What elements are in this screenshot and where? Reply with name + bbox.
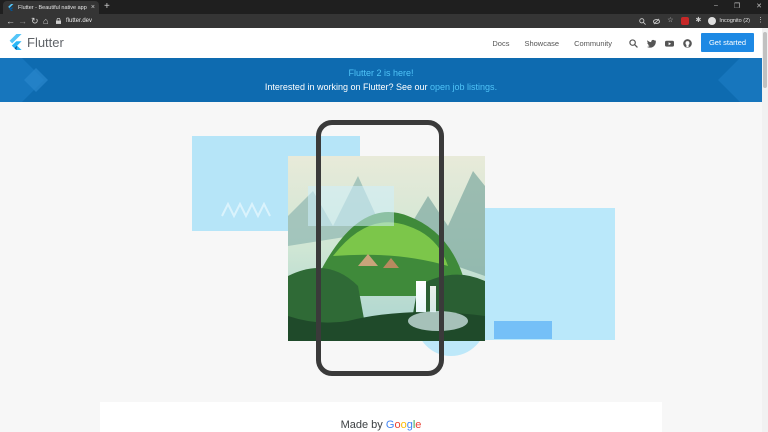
zoom-icon[interactable] bbox=[639, 17, 647, 25]
new-tab-button[interactable]: + bbox=[104, 1, 110, 13]
url-text: flutter.dev bbox=[66, 18, 93, 24]
page-scrollbar[interactable] bbox=[762, 28, 768, 432]
banner-period: . bbox=[494, 82, 498, 92]
window-close-button[interactable]: ✕ bbox=[756, 2, 762, 10]
banner-decoration-right bbox=[718, 58, 762, 102]
eye-off-icon[interactable] bbox=[653, 18, 661, 25]
nav-showcase[interactable]: Showcase bbox=[524, 39, 559, 48]
banner-subline-text: Interested in working on Flutter? See ou… bbox=[264, 82, 431, 92]
nav-community[interactable]: Community bbox=[574, 39, 612, 48]
banner-decoration-left bbox=[0, 58, 48, 102]
nav-icons bbox=[629, 38, 692, 48]
forward-button[interactable]: → bbox=[18, 15, 27, 27]
logo-text: Flutter bbox=[27, 34, 64, 50]
banner-subline: Interested in working on Flutter? See ou… bbox=[0, 82, 762, 92]
incognito-label: Incognito (2) bbox=[719, 18, 750, 24]
extensions-icon[interactable]: ✱ bbox=[696, 15, 702, 27]
phone-frame bbox=[316, 120, 444, 376]
made-by-google-card: Made by Google bbox=[100, 402, 662, 432]
nav-docs[interactable]: Docs bbox=[492, 39, 509, 48]
home-button[interactable]: ⌂ bbox=[43, 15, 48, 27]
flutter-logo[interactable]: Flutter bbox=[8, 34, 64, 50]
lock-icon bbox=[56, 18, 61, 24]
tab-close-icon[interactable]: × bbox=[91, 4, 95, 11]
incognito-profile[interactable]: Incognito (2) bbox=[708, 17, 750, 25]
toolbar-icons: ☆ ✱ Incognito (2) ⋮ bbox=[639, 15, 764, 27]
incognito-avatar-icon bbox=[708, 17, 717, 25]
extension-red-icon[interactable] bbox=[680, 17, 689, 25]
search-icon[interactable] bbox=[629, 38, 638, 48]
browser-tab[interactable]: Flutter - Beautiful native apps in... × bbox=[3, 1, 99, 14]
reload-button[interactable]: ↻ bbox=[31, 15, 39, 27]
made-by-text: Made by bbox=[340, 419, 383, 431]
star-icon[interactable]: ☆ bbox=[667, 15, 673, 27]
browser-tabbar: Flutter - Beautiful native apps in... × … bbox=[0, 0, 768, 14]
google-letter-e: e bbox=[415, 419, 422, 431]
minimize-button[interactable]: – bbox=[714, 2, 718, 10]
github-icon[interactable] bbox=[683, 38, 692, 48]
flutter-favicon-icon bbox=[8, 4, 14, 11]
mini-ui-button bbox=[494, 321, 552, 339]
job-listings-link[interactable]: open job listings bbox=[430, 82, 495, 92]
google-wordmark[interactable]: Google bbox=[386, 419, 422, 431]
twitter-icon[interactable] bbox=[647, 39, 656, 48]
banner-headline[interactable]: Flutter 2 is here! bbox=[0, 68, 762, 78]
site-header: Flutter Docs Showcase Community Get star… bbox=[0, 28, 762, 58]
flutter-page: Flutter Docs Showcase Community Get star… bbox=[0, 28, 762, 432]
get-started-button[interactable]: Get started bbox=[701, 33, 754, 52]
window-controls: – ❐ ✕ bbox=[714, 2, 762, 10]
menu-icon[interactable]: ⋮ bbox=[757, 15, 764, 27]
youtube-icon[interactable] bbox=[665, 39, 674, 48]
browser-toolbar: ← → ↻ ⌂ flutter.dev ☆ ✱ Incognito (2) ⋮ bbox=[0, 14, 768, 28]
scrollbar-thumb[interactable] bbox=[763, 32, 767, 88]
made-by-google: Made by Google bbox=[100, 419, 662, 431]
main-nav: Docs Showcase Community bbox=[492, 28, 692, 58]
tab-title: Flutter - Beautiful native apps in... bbox=[18, 4, 87, 11]
flutter-logo-icon bbox=[9, 34, 22, 50]
restore-button[interactable]: ❐ bbox=[734, 2, 740, 10]
announcement-banner: Flutter 2 is here! Interested in working… bbox=[0, 58, 762, 102]
back-button[interactable]: ← bbox=[6, 15, 15, 27]
hero-section bbox=[0, 102, 762, 432]
address-bar[interactable]: flutter.dev bbox=[56, 15, 708, 27]
